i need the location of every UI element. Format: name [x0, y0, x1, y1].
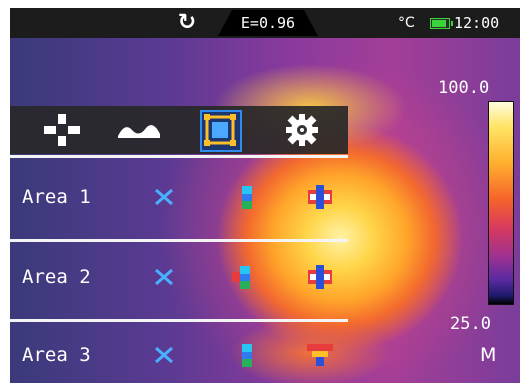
max-min-icon[interactable]: [304, 262, 336, 292]
max-min-icon[interactable]: [304, 182, 336, 212]
area-temp-icon[interactable]: [228, 262, 260, 292]
scale-max-value: 100.0: [438, 78, 490, 98]
area-row-1[interactable]: Area 1: [10, 168, 348, 226]
scale-min-value: 25.0: [450, 314, 491, 334]
range-mode-indicator[interactable]: M: [480, 344, 496, 366]
color-scale-bar: [488, 101, 514, 305]
menu-item-area[interactable]: [190, 106, 250, 154]
row-separator: [10, 319, 348, 322]
temperature-unit: °C: [398, 15, 415, 31]
area-temp-icon[interactable]: [232, 182, 264, 212]
row-separator: [10, 239, 348, 242]
menu-item-line[interactable]: [108, 106, 168, 154]
delete-x-icon[interactable]: [148, 340, 180, 370]
area-row-3[interactable]: Area 3: [10, 326, 348, 383]
menu-item-spot[interactable]: [32, 106, 92, 154]
area-row-2[interactable]: Area 2: [10, 248, 348, 306]
delete-x-icon[interactable]: [148, 182, 180, 212]
max-min-icon[interactable]: [304, 340, 336, 370]
crosshair-icon: [44, 114, 80, 146]
device-frame: ↻ E=0.96 °C 12:00 Area 1 Area 2 Area 3 1…: [0, 0, 525, 385]
menu-item-settings[interactable]: [272, 106, 332, 154]
thermal-image-screen: ↻ E=0.96 °C 12:00 Area 1 Area 2 Area 3 1…: [10, 8, 520, 383]
area-label: Area 1: [22, 186, 91, 208]
area-temp-icon[interactable]: [232, 340, 264, 370]
area-label: Area 3: [22, 344, 91, 366]
emissivity-value[interactable]: E=0.96: [218, 8, 318, 38]
area-icon: [204, 114, 236, 146]
delete-x-icon[interactable]: [148, 262, 180, 292]
area-label: Area 2: [22, 266, 91, 288]
refresh-icon[interactable]: ↻: [175, 8, 199, 38]
row-separator: [10, 155, 348, 158]
settings-gear-icon: [286, 114, 318, 146]
line-profile-icon: [118, 125, 160, 138]
status-bar: ↻ E=0.96 °C 12:00: [10, 8, 520, 38]
analysis-menu-bar: [10, 106, 348, 154]
battery-icon: [430, 18, 453, 29]
clock-time: 12:00: [454, 14, 500, 32]
